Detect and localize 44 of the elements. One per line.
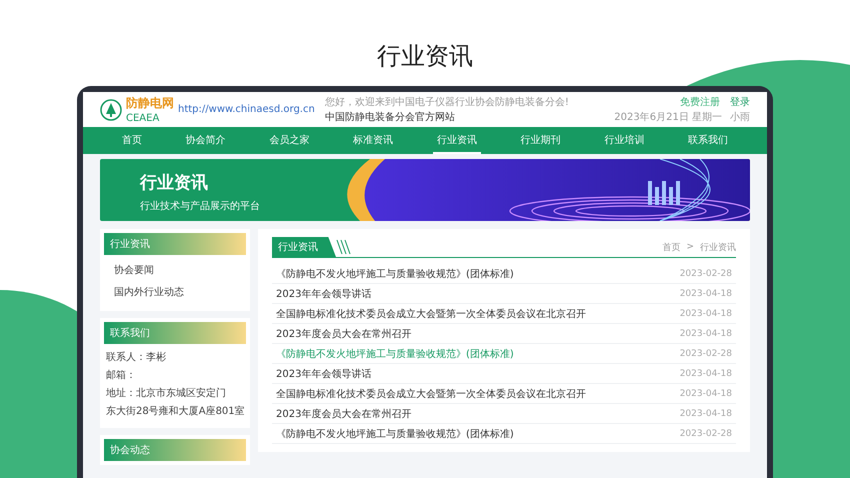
card-header: 联系我们 — [104, 322, 246, 344]
news-row[interactable]: 《防静电不发火地坪施工与质量验收规范》(团体标准) 2023-02-28 — [272, 424, 736, 444]
register-link[interactable]: 免费注册 — [680, 95, 720, 109]
contact-text: 邮箱： — [105, 368, 137, 383]
nav-tab[interactable]: 行业资讯 — [432, 127, 481, 154]
stripes-icon — [336, 239, 352, 255]
login-link[interactable]: 登录 — [730, 95, 750, 109]
news-row[interactable]: 《防静电不发火地坪施工与质量验收规范》(团体标准) 2023-02-28 — [272, 344, 736, 364]
nav-tab[interactable]: 标准资讯 — [349, 127, 398, 154]
date-text: 2023年6月21日 星期一 — [614, 110, 722, 124]
banner-title: 行业资讯 — [140, 172, 209, 194]
nav-tab[interactable]: 协会简介 — [182, 127, 230, 154]
contact-text: 东大街28号雍和大厦A座801室 — [105, 404, 246, 419]
sidebar-link[interactable]: 协会要闻 — [104, 259, 246, 281]
breadcrumb-text[interactable]: 行业资讯 — [700, 240, 736, 254]
nav-tab[interactable]: 首页 — [118, 127, 146, 154]
page-title: 行业资讯 — [377, 41, 473, 72]
welcome-text: 您好，欢迎来到中国电子仪器行业协会防静电装备分会! — [324, 96, 570, 109]
tree-logo-icon — [100, 98, 122, 120]
logo-abbreviation: CEAEA — [126, 113, 160, 124]
contact-text: 联系人：李彬 — [105, 350, 167, 365]
nav-tab[interactable]: 行业培训 — [600, 127, 648, 154]
news-row[interactable]: 全国静电标准化技术委员会成立大会暨第一次全体委员会议在北京召开 2023-04-18 — [272, 384, 736, 404]
banner-subtitle: 行业技术与产品展示的平台 — [140, 200, 261, 213]
breadcrumb-text: > — [686, 242, 694, 252]
weather-text: 小雨 — [730, 110, 750, 124]
nav-tab[interactable]: 联系我们 — [684, 127, 732, 154]
contact-text: 地址：北京市东城区安定门 — [105, 386, 227, 401]
sidebar-link[interactable]: 国内外行业动态 — [104, 281, 246, 303]
logo-text: 防静电网 — [126, 95, 174, 112]
nav-tab[interactable]: 行业期刊 — [516, 127, 565, 154]
news-row[interactable]: 《防静电不发火地坪施工与质量验收规范》(团体标准) 2023-02-28 — [272, 264, 736, 284]
site-url: http://www.chinaesd.org.cn — [178, 104, 315, 115]
news-row[interactable]: 2023年度会员大会在常州召开 2023-04-18 — [272, 404, 736, 424]
section-tag: 行业资讯 — [272, 237, 336, 257]
card-header: 行业资讯 — [104, 233, 246, 255]
news-row[interactable]: 全国静电标准化技术委员会成立大会暨第一次全体委员会议在北京召开 2023-04-18 — [272, 304, 736, 324]
news-row[interactable]: 2023年年会领导讲话 2023-04-18 — [272, 284, 736, 304]
nav-tab[interactable]: 会员之家 — [265, 127, 314, 154]
card-header: 协会动态 — [104, 439, 246, 461]
breadcrumb-text[interactable]: 首页 — [662, 240, 680, 254]
news-row[interactable]: 2023年度会员大会在常州召开 2023-04-18 — [272, 324, 736, 344]
news-row[interactable]: 2023年年会领导讲话 2023-04-18 — [272, 364, 736, 384]
site-subtitle: 中国防静电装备分会官方网站 — [324, 110, 456, 124]
